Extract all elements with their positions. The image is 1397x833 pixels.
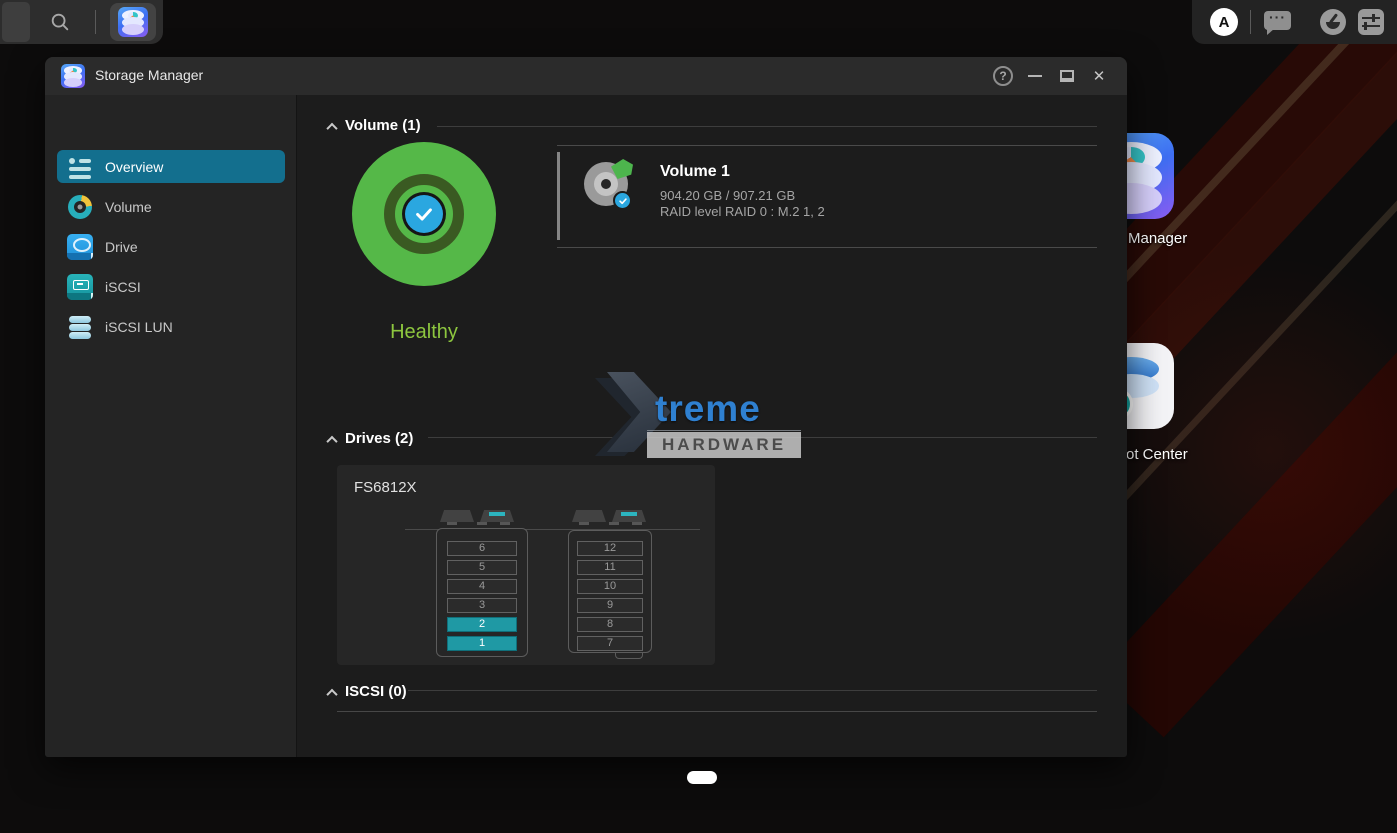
storage-manager-window: Storage Manager ? ✕ Overview Volume (45, 57, 1127, 757)
minimize-icon (1028, 75, 1042, 77)
volume-disk-icon (584, 162, 628, 206)
sidebar-item-overview[interactable]: Overview (57, 150, 285, 183)
volume-capacity: 904.20 GB / 907.21 GB (660, 188, 795, 203)
preferences-icon[interactable] (1358, 9, 1384, 35)
collapse-chevron-icon (326, 123, 337, 134)
close-button[interactable]: ✕ (1086, 63, 1112, 89)
search-icon (49, 11, 71, 33)
drive-slot-6[interactable]: 6 (447, 541, 517, 556)
drive-slot-3[interactable]: 3 (447, 598, 517, 613)
drive-slot-10[interactable]: 10 (577, 579, 643, 594)
search-button[interactable] (40, 6, 80, 38)
volume-name[interactable]: Volume 1 (660, 163, 730, 181)
xtreme-hardware-watermark: treme HARDWARE (595, 372, 807, 460)
maximize-icon (1060, 70, 1074, 82)
section-title: Drives (2) (345, 430, 413, 447)
health-status-text: Healthy (352, 321, 496, 344)
drive-slot-1[interactable]: 1 (447, 636, 517, 651)
taskbar-divider (95, 10, 96, 34)
drive-slot-4[interactable]: 4 (447, 579, 517, 594)
sidebar-item-label: Overview (105, 159, 163, 175)
window-titlebar[interactable]: Storage Manager ? ✕ (45, 57, 1127, 95)
sidebar-item-label: Volume (105, 199, 152, 215)
volume-donut-icon (67, 194, 93, 220)
drive-slot-2[interactable]: 2 (447, 617, 517, 632)
section-header-iscsi[interactable]: ISCSI (0) (328, 683, 407, 700)
watermark-divider (647, 430, 801, 431)
sidebar-item-drive[interactable]: Drive (57, 230, 285, 263)
desktop: Manager ot Center A (0, 0, 1397, 833)
drive-slot-7[interactable]: 7 (577, 636, 643, 651)
taskbar-right-group: A (1192, 0, 1397, 44)
taskbar-handle[interactable] (2, 2, 30, 42)
healthy-check-icon (405, 195, 443, 233)
collapse-chevron-icon (326, 436, 337, 447)
sidebar-item-volume[interactable]: Volume (57, 190, 285, 223)
drives-enclosure-card: FS6812X 6 5 4 3 2 1 12 (337, 465, 715, 665)
notifications-chat-icon[interactable] (1264, 11, 1291, 30)
device-model: FS6812X (354, 479, 417, 496)
chassis-top-icon (572, 510, 646, 528)
lcd-indicator (489, 512, 505, 516)
storage-manager-app-icon (118, 7, 148, 37)
activity-monitor-icon[interactable] (1320, 9, 1346, 35)
desktop-icon-label[interactable]: ot Center (1126, 446, 1188, 463)
help-button[interactable]: ? (990, 63, 1016, 89)
overview-icon (67, 154, 93, 180)
desktop-icon-label[interactable]: Manager (1128, 230, 1187, 247)
volume-card-top-border (557, 145, 1097, 146)
drive-tower-1: 6 5 4 3 2 1 (436, 528, 528, 657)
section-divider (408, 690, 1097, 691)
sidebar-item-label: Drive (105, 239, 138, 255)
section-divider (337, 711, 1097, 712)
taskbar-left-group (0, 0, 163, 44)
watermark-subtext: HARDWARE (647, 432, 801, 458)
iscsi-icon (67, 274, 93, 300)
help-icon: ? (993, 66, 1013, 86)
window-title: Storage Manager (95, 67, 203, 83)
drive-slot-8[interactable]: 8 (577, 617, 643, 632)
maximize-button[interactable] (1054, 63, 1080, 89)
sidebar-item-iscsi-lun[interactable]: iSCSI LUN (57, 310, 285, 343)
iscsi-lun-icon (67, 314, 93, 340)
volume-card-bottom-border (557, 247, 1097, 248)
drive-slot-5[interactable]: 5 (447, 560, 517, 575)
volume-card-accent-bar (557, 152, 560, 240)
section-header-volume[interactable]: Volume (1) (328, 117, 421, 134)
sidebar-item-label: iSCSI (105, 279, 141, 295)
minimize-button[interactable] (1022, 63, 1048, 89)
drive-icon (67, 234, 93, 260)
sidebar-item-label: iSCSI LUN (105, 319, 173, 335)
chassis-top-icon (440, 510, 514, 528)
user-avatar[interactable]: A (1210, 8, 1238, 36)
volume-raid-level: RAID level RAID 0 : M.2 1, 2 (660, 204, 825, 219)
check-badge-icon (613, 191, 632, 210)
lcd-indicator (621, 512, 637, 516)
drive-slot-11[interactable]: 11 (577, 560, 643, 575)
section-header-drives[interactable]: Drives (2) (328, 430, 413, 447)
sidebar-item-iscsi[interactable]: iSCSI (57, 270, 285, 303)
taskbar-divider (1250, 10, 1251, 34)
volume-health-donut (352, 142, 496, 286)
drive-slot-12[interactable]: 12 (577, 541, 643, 556)
sidebar: Overview Volume Drive iSCSI iSCSI LUN (45, 95, 297, 757)
drive-tower-2: 12 11 10 9 8 7 (568, 530, 652, 653)
storage-manager-app-icon (61, 64, 85, 88)
watermark-text: treme (655, 388, 761, 430)
section-title: Volume (1) (345, 117, 421, 134)
section-title: ISCSI (0) (345, 683, 407, 700)
section-divider (437, 126, 1097, 127)
taskbar-pill-indicator[interactable] (687, 771, 717, 784)
taskbar-app-storage-manager[interactable] (110, 3, 156, 41)
drive-slot-9[interactable]: 9 (577, 598, 643, 613)
collapse-chevron-icon (326, 689, 337, 700)
